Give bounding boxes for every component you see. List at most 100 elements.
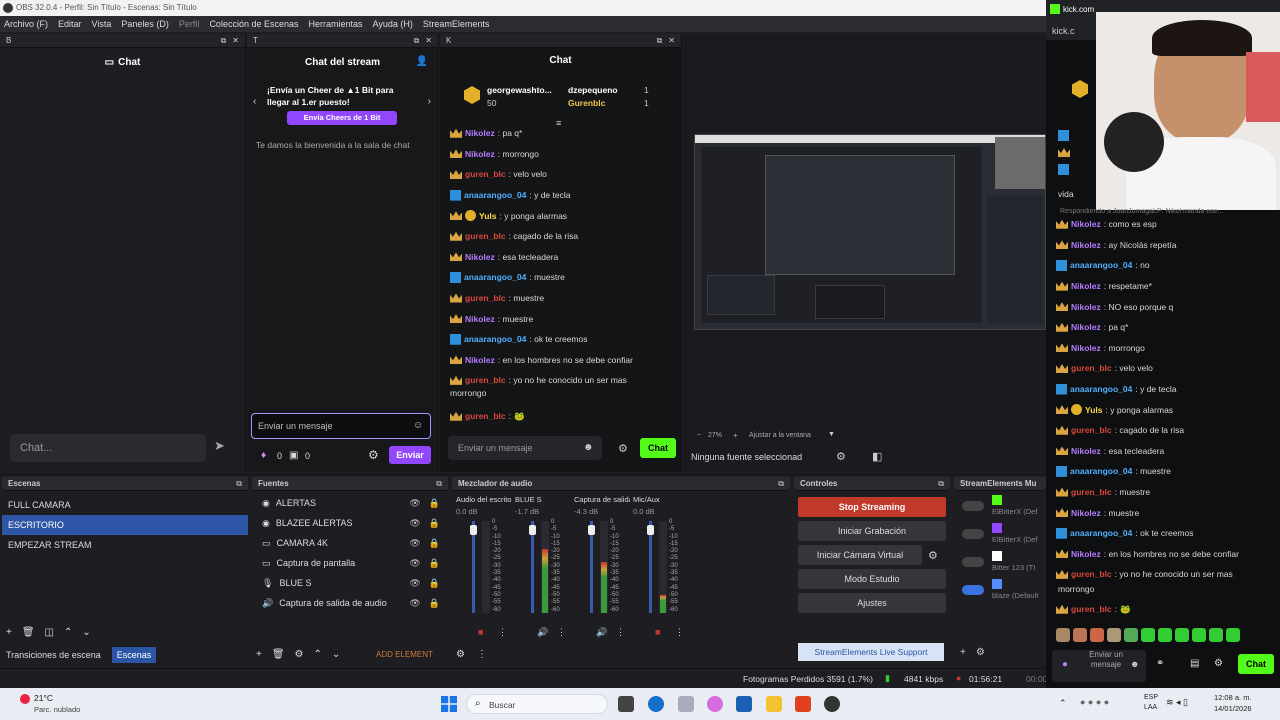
trash-icon[interactable]: 🗑 xyxy=(22,627,35,638)
source-item[interactable]: ▭ CAMARA 4K 👁 🔒 xyxy=(252,533,448,553)
chat-username[interactable]: anaarangoo_04 xyxy=(1070,528,1132,538)
copilot-icon[interactable] xyxy=(707,696,723,712)
target-toggle[interactable] xyxy=(962,529,984,539)
visibility-eye-icon[interactable]: 👁 xyxy=(409,578,420,589)
emoji-icon[interactable]: ☻ xyxy=(1130,659,1139,669)
lock-icon[interactable]: 🔒 xyxy=(429,538,440,549)
menu-item[interactable]: Ayuda (H) xyxy=(373,19,413,29)
volume-fader[interactable] xyxy=(588,521,595,613)
menu-item[interactable]: Editar xyxy=(58,19,82,29)
settings-icon[interactable]: ⚙ xyxy=(368,448,379,462)
target-toggle[interactable] xyxy=(962,557,984,567)
chat-username[interactable]: guren_blc xyxy=(465,293,506,303)
channel-menu-icon[interactable]: ⋮ xyxy=(675,627,684,638)
folder-icon[interactable] xyxy=(766,696,782,712)
gear-icon[interactable]: ⚙ xyxy=(976,647,985,658)
menu-item[interactable]: Vista xyxy=(92,19,112,29)
menu-item[interactable]: Perfil xyxy=(179,19,200,29)
emote-icon[interactable]: ☺ xyxy=(413,420,423,431)
prev-arrow-icon[interactable]: ‹ xyxy=(253,96,256,107)
studio-mode-button[interactable]: Modo Estudio xyxy=(798,569,946,589)
stream-chat-input[interactable]: Enviar un mensaje xyxy=(251,413,431,439)
lang-2[interactable]: LAA xyxy=(1144,704,1157,711)
volume-fader[interactable] xyxy=(470,521,477,613)
visibility-eye-icon[interactable]: 👁 xyxy=(409,538,420,549)
chat-username[interactable]: Nikolez xyxy=(1071,281,1101,291)
edge-icon[interactable] xyxy=(648,696,664,712)
target-toggle[interactable] xyxy=(962,585,984,595)
chat-b-input[interactable]: Chat... xyxy=(10,434,206,462)
channel-menu-icon[interactable]: ⋮ xyxy=(557,627,566,638)
settings-icon[interactable]: ⚙ xyxy=(618,442,628,455)
chevron-down-icon[interactable]: ▼ xyxy=(828,431,835,438)
lock-icon[interactable]: 🔒 xyxy=(429,498,440,509)
send-icon[interactable]: ➤ xyxy=(214,438,225,454)
virtual-camera-button[interactable]: Iniciar Cámara Virtual xyxy=(798,545,922,565)
visibility-eye-icon[interactable]: 👁 xyxy=(409,498,420,509)
chat-username[interactable]: Yuls xyxy=(479,211,496,221)
close-icon[interactable]: ✕ xyxy=(425,36,432,46)
add-source-icon[interactable]: + xyxy=(256,649,262,660)
mic-icon[interactable]: ● xyxy=(1062,659,1068,670)
chat-username[interactable]: Nikolez xyxy=(1071,302,1101,312)
visibility-eye-icon[interactable]: 👁 xyxy=(409,558,420,569)
chat-username[interactable]: Nikolez xyxy=(1071,322,1101,332)
start-recording-button[interactable]: Iniciar Grabación xyxy=(798,521,946,541)
chat-username[interactable]: Nikolez xyxy=(465,314,495,324)
dock-settings-icon[interactable]: ⧉ xyxy=(778,479,784,489)
chat-username[interactable]: guren_blc xyxy=(465,169,506,179)
scene-item[interactable]: FULL CAMARA xyxy=(2,495,248,515)
float-icon[interactable]: ⧉ xyxy=(657,36,663,46)
source-item[interactable]: ▭ Captura de pantalla 👁 🔒 xyxy=(252,553,448,573)
chat-username[interactable]: Nikolez xyxy=(1071,549,1101,559)
chat-username[interactable]: Yuls xyxy=(1085,405,1102,415)
trash-icon[interactable]: 🗑 xyxy=(272,649,285,660)
chat-username[interactable]: Nikolez xyxy=(465,149,495,159)
chat-username[interactable]: anaarangoo_04 xyxy=(1070,384,1132,394)
taskbar-search[interactable]: ⌕ Buscar xyxy=(466,694,608,714)
chat-username[interactable]: anaarangoo_04 xyxy=(1070,260,1132,270)
brave-icon[interactable] xyxy=(795,696,811,712)
right-send-button[interactable]: Chat xyxy=(1238,654,1274,674)
chat-username[interactable]: Nikolez xyxy=(465,252,495,262)
add-element-button[interactable]: ADD ELEMENT xyxy=(376,650,433,659)
fader-knob[interactable] xyxy=(647,525,654,535)
menu-item[interactable]: Archivo (F) xyxy=(4,19,48,29)
more-icon[interactable]: ⋮ xyxy=(477,649,487,660)
mute-icon[interactable]: ■ xyxy=(478,627,483,637)
chat-username[interactable]: anaarangoo_04 xyxy=(464,272,526,282)
lock-icon[interactable]: 🔒 xyxy=(429,598,440,609)
settings-button[interactable]: Ajustes xyxy=(798,593,946,613)
stop-streaming-button[interactable]: Stop Streaming xyxy=(798,497,946,517)
live-support-button[interactable]: StreamElements Live Support xyxy=(798,643,944,661)
next-arrow-icon[interactable]: › xyxy=(428,96,431,107)
site-url[interactable]: kick.c xyxy=(1052,26,1075,36)
source-item[interactable]: 🎙 BLUE S 👁 🔒 xyxy=(252,573,448,593)
chat-username[interactable]: guren_blc xyxy=(1071,487,1112,497)
fit-window[interactable]: Ajustar a la ventana xyxy=(749,432,811,439)
right-chat-input[interactable]: ● Enviar un mensaje ☻ xyxy=(1052,650,1146,682)
chat-username[interactable]: Nikolez xyxy=(1071,240,1101,250)
close-icon[interactable]: ✕ xyxy=(232,36,239,46)
scene-item[interactable]: ESCRITORIO xyxy=(2,515,248,535)
move-down-icon[interactable]: ⌄ xyxy=(332,649,340,660)
volume-fader[interactable] xyxy=(529,521,536,613)
chat-username[interactable]: anaarangoo_04 xyxy=(1070,466,1132,476)
kick-chat-input[interactable]: Enviar un mensaje xyxy=(448,436,602,460)
channel-menu-icon[interactable]: ⋮ xyxy=(616,627,625,638)
chat-username[interactable]: guren_blc xyxy=(465,231,506,241)
chat-username[interactable]: Nikolez xyxy=(1071,219,1101,229)
chat-username[interactable]: guren_blc xyxy=(1071,569,1112,579)
dock-settings-icon[interactable]: ⧉ xyxy=(236,479,242,489)
menu-item[interactable]: Colección de Escenas xyxy=(209,19,298,29)
fader-knob[interactable] xyxy=(470,525,477,535)
filter-icon[interactable]: ◫ xyxy=(45,627,54,638)
users-icon[interactable]: 👤 xyxy=(416,56,428,67)
store-icon[interactable]: ▤ xyxy=(1190,658,1199,669)
source-item[interactable]: ◉ BLAZEE ALERTAS 👁 🔒 xyxy=(252,513,448,533)
chat-username[interactable]: Nikolez xyxy=(465,355,495,365)
zoom-plus-icon[interactable]: + xyxy=(733,431,738,440)
menu-item[interactable]: Paneles (D) xyxy=(121,19,169,29)
send-button[interactable]: Enviar xyxy=(389,446,431,464)
lock-icon[interactable]: 🔒 xyxy=(429,578,440,589)
